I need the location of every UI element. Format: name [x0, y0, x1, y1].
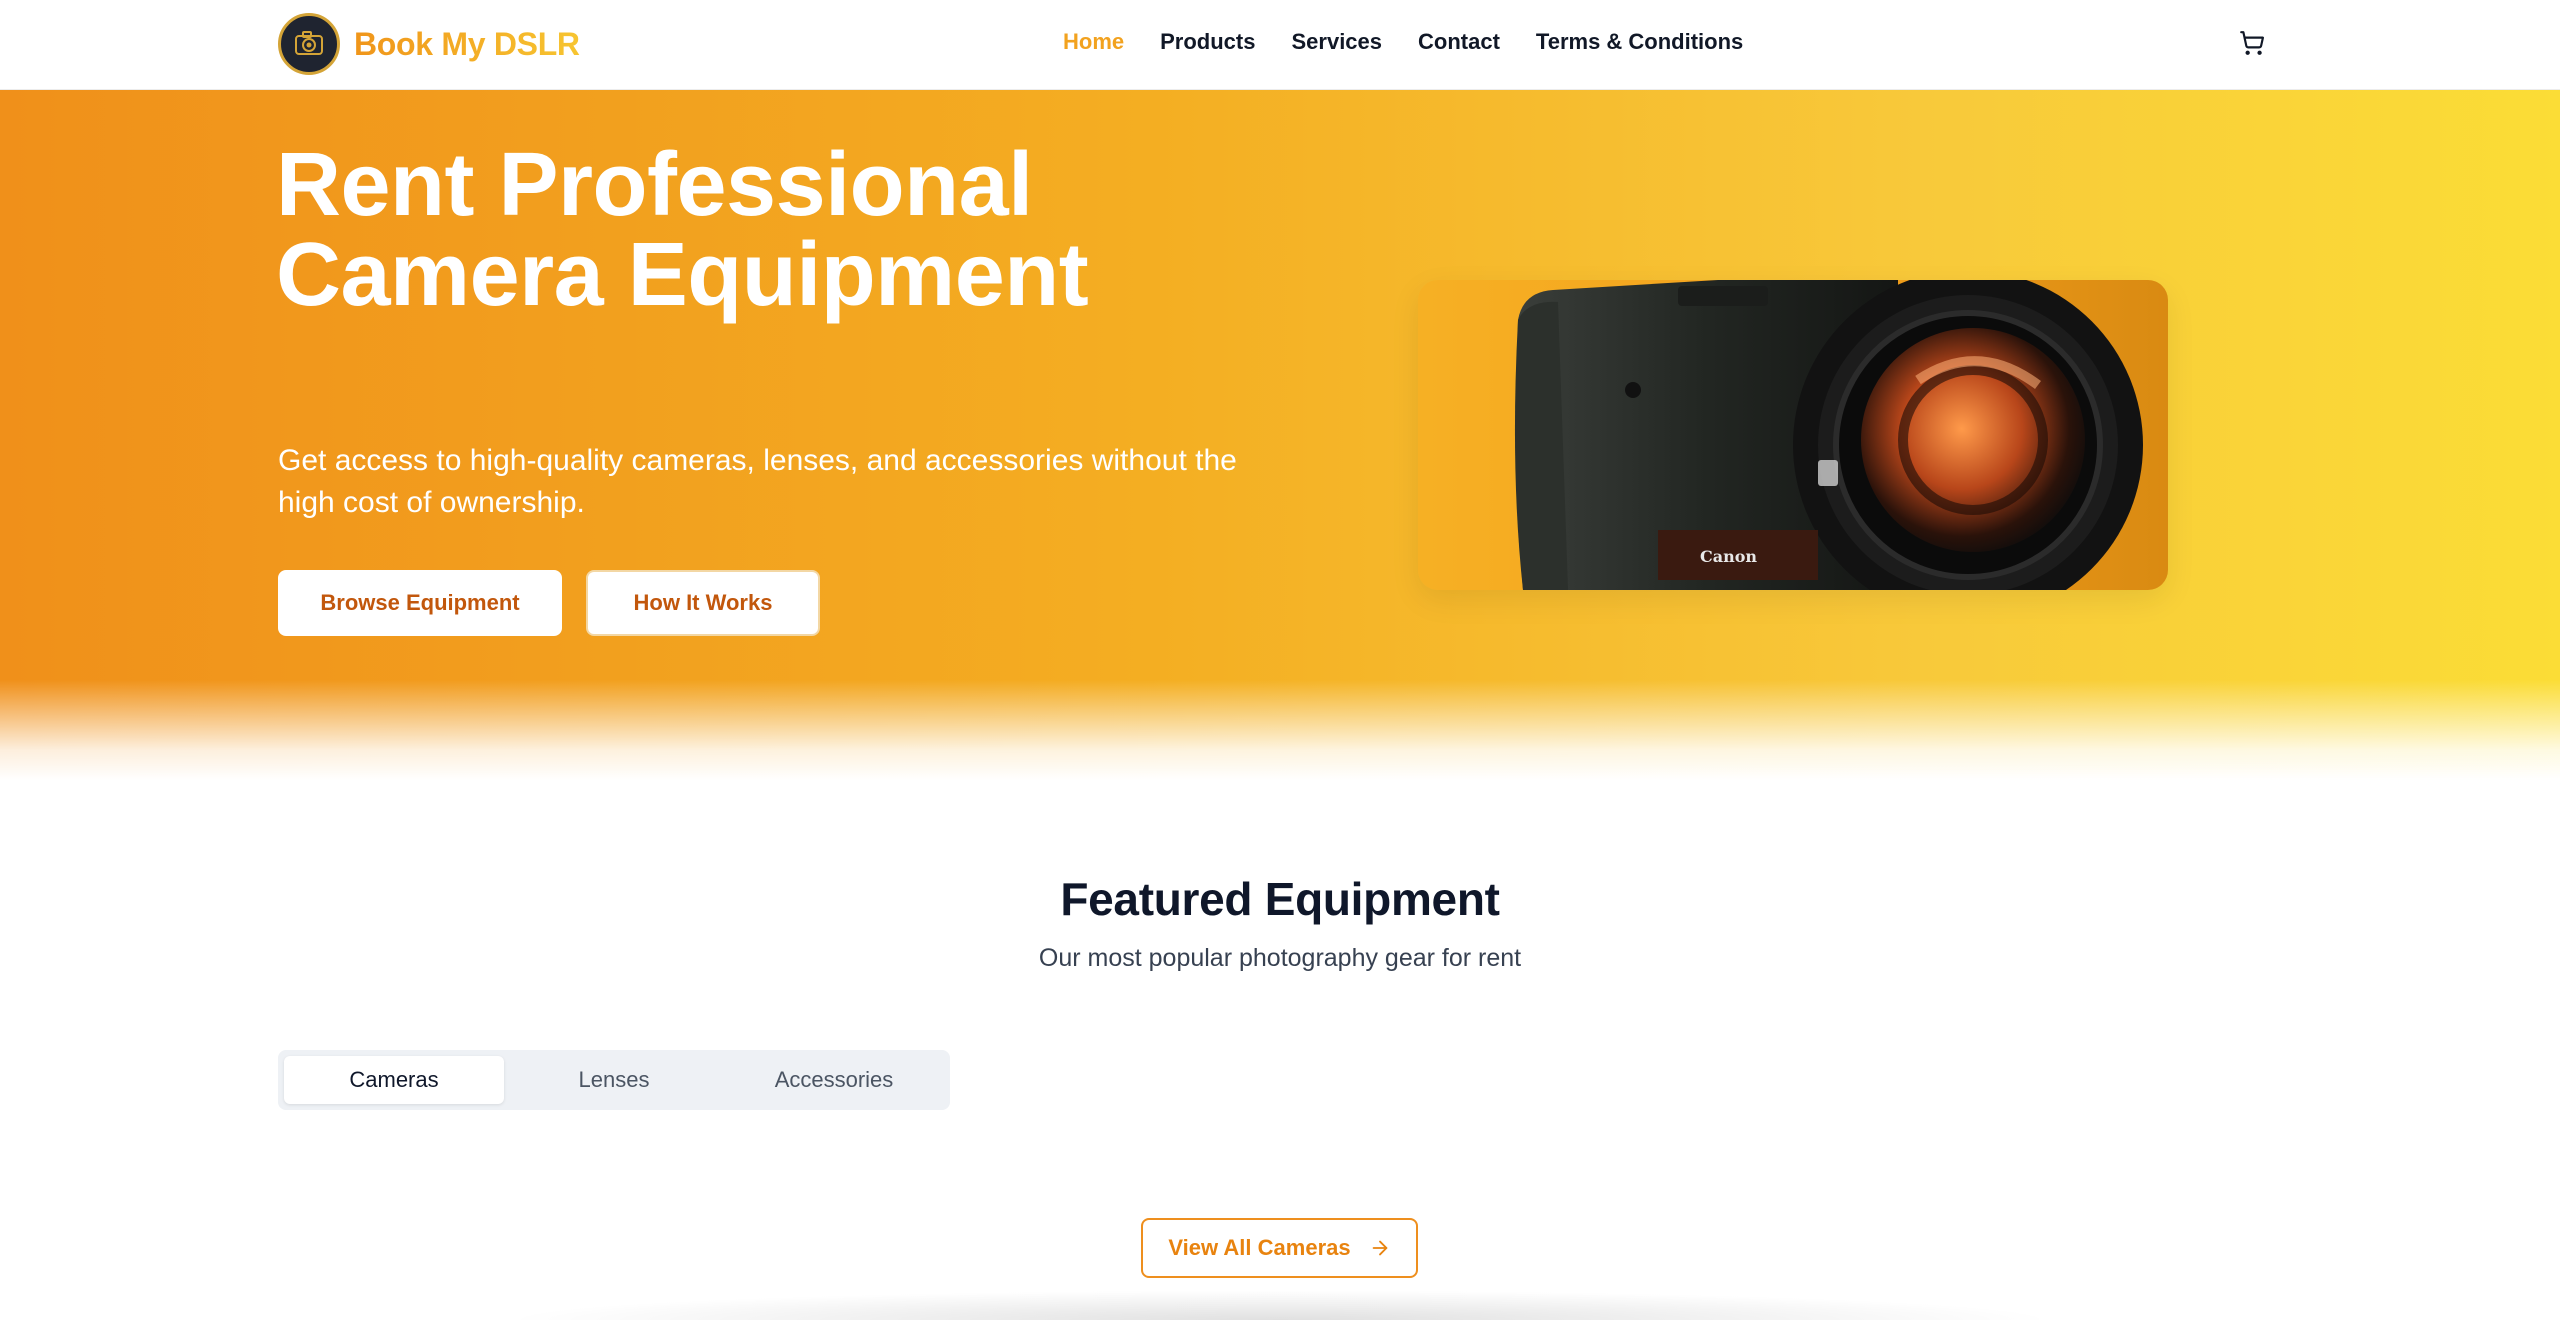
nav-products[interactable]: Products	[1160, 29, 1255, 55]
tab-cameras[interactable]: Cameras	[284, 1056, 504, 1104]
nav-terms[interactable]: Terms & Conditions	[1536, 29, 1743, 55]
hero-title-line1: Rent Professional	[276, 135, 1033, 235]
hero-subtitle: Get access to high-quality cameras, lens…	[278, 444, 1237, 519]
view-all-label: View All Cameras	[1168, 1235, 1351, 1260]
hero-fade	[0, 680, 2560, 780]
browse-equipment-button[interactable]: Browse Equipment	[278, 570, 562, 636]
nav-contact[interactable]: Contact	[1418, 29, 1500, 55]
featured-title: Featured Equipment	[1060, 873, 1500, 925]
featured-subtitle: Our most popular photography gear for re…	[1038, 944, 1522, 972]
canon-logo-text: Canon	[1700, 547, 1757, 566]
camera-logo-icon	[278, 13, 340, 75]
category-tabs: Cameras Lenses Accessories	[278, 1050, 950, 1110]
hero-title-line2: Camera Equipment	[276, 225, 1089, 325]
view-all-cameras-button[interactable]: View All Cameras	[1141, 1218, 1418, 1278]
shopping-cart-icon[interactable]	[2237, 28, 2267, 58]
brand-link[interactable]: Book My DSLR	[278, 12, 580, 76]
brand-name: Book My DSLR	[354, 25, 580, 62]
nav-home[interactable]: Home	[1063, 29, 1124, 55]
hero-title: Rent Professional Camera Equipment	[276, 140, 1276, 320]
tab-accessories[interactable]: Accessories	[724, 1056, 944, 1104]
card-shadow-edge	[500, 1290, 2060, 1320]
hero-camera-image: Canon	[1418, 280, 2168, 590]
tab-lenses[interactable]: Lenses	[504, 1056, 724, 1104]
how-it-works-button[interactable]: How It Works	[586, 570, 820, 636]
nav-services[interactable]: Services	[1291, 29, 1382, 55]
navbar: Book My DSLR Home Products Services Cont…	[0, 0, 2560, 90]
arrow-right-icon	[1372, 1240, 1387, 1256]
main-nav: Home Products Services Contact Terms & C…	[1063, 0, 1779, 84]
